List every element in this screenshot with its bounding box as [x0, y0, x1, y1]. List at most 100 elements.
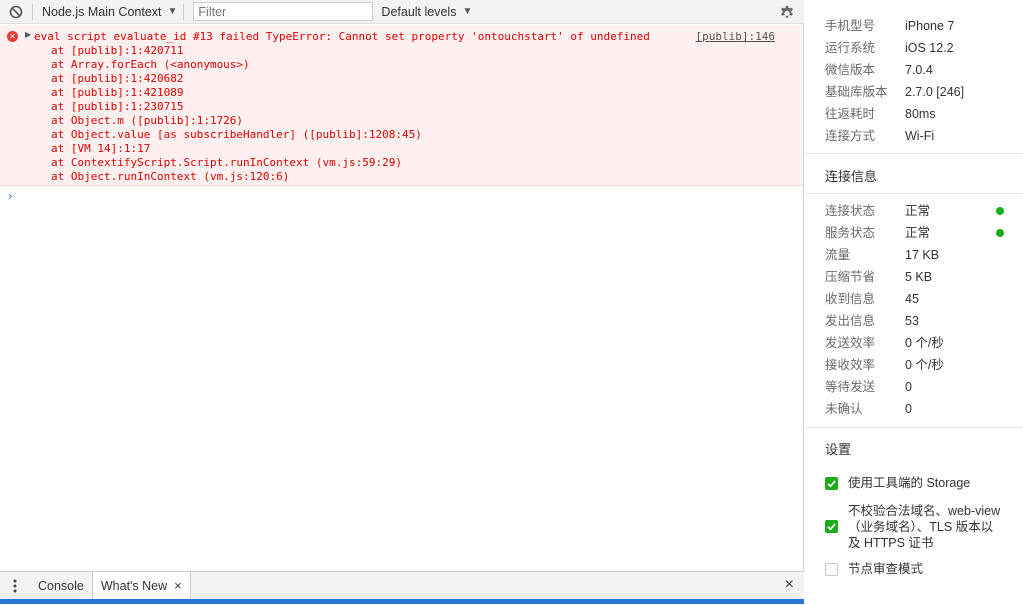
info-key: 基础库版本: [825, 85, 888, 99]
stack-frame: at ContextifyScript.Script.runInContext …: [51, 156, 402, 169]
info-key: 微信版本: [825, 63, 876, 77]
close-tab-icon[interactable]: ×: [174, 578, 182, 593]
close-drawer-icon[interactable]: ×: [785, 576, 794, 594]
error-icon: ✕: [7, 31, 18, 42]
checkbox-unchecked-icon[interactable]: [825, 563, 838, 576]
info-key: 收到信息: [825, 292, 876, 306]
info-value: 5 KB: [905, 270, 933, 284]
info-key: 手机型号: [825, 19, 876, 33]
info-value: 0 个/秒: [905, 358, 944, 372]
info-value: 7.0.4: [905, 63, 933, 77]
info-key: 服务状态: [825, 226, 876, 240]
vertical-dots-icon: [13, 579, 17, 592]
connection-info-section: 连接状态 正常 服务状态 正常 流量 17 KB 压缩节省 5 KB 收到信息 45 发出…: [805, 193, 1023, 420]
setting-option-storage[interactable]: 使用工具端的 Storage: [825, 475, 988, 491]
info-row: 手机型号 iPhone 7: [805, 15, 1023, 37]
info-value: 53: [905, 314, 919, 328]
status-dot-icon: [996, 207, 1004, 215]
info-row: 运行系统 iOS 12.2: [805, 37, 1023, 59]
connection-row: 接收效率 0 个/秒: [805, 354, 1023, 376]
info-key: 流量: [825, 248, 851, 262]
info-value: 17 KB: [905, 248, 940, 262]
connection-row: 发出信息 53: [805, 310, 1023, 332]
checkbox-checked-icon[interactable]: [825, 520, 838, 533]
info-value: 0: [905, 380, 912, 394]
setting-option-label: 不校验合法域名、web-view（业务域名）、TLS 版本以及 HTTPS 证书: [848, 504, 1001, 550]
info-value: Wi-Fi: [905, 129, 935, 143]
connection-row: 发送效率 0 个/秒: [805, 332, 1023, 354]
log-levels-label: Default levels: [381, 4, 457, 19]
stack-frame: at [publib]:1:230715: [51, 100, 184, 113]
stack-frame: at Object.m ([publib]:1:1726): [51, 114, 244, 127]
error-text: eval script evaluate_id #13 failed TypeE…: [34, 30, 650, 43]
tab-whats-new[interactable]: What's New ×: [91, 572, 191, 599]
info-key: 发送效率: [825, 336, 876, 350]
stack-frame: at Object.runInContext (vm.js:120:6): [51, 170, 290, 183]
connection-row: 流量 17 KB: [805, 244, 1023, 266]
info-key: 往返耗时: [825, 107, 876, 121]
context-selector[interactable]: Node.js Main Context ▼: [33, 0, 183, 24]
console-prompt[interactable]: ›: [8, 189, 13, 203]
info-value: 45: [905, 292, 919, 306]
info-key: 发出信息: [825, 314, 876, 328]
info-key: 压缩节省: [825, 270, 876, 284]
info-value: 正常: [905, 222, 1023, 244]
connection-row: 压缩节省 5 KB: [805, 266, 1023, 288]
gear-icon[interactable]: [778, 3, 796, 21]
info-panel: 手机型号 iPhone 7 运行系统 iOS 12.2 微信版本 7.0.4 基础库版…: [805, 0, 1023, 604]
clear-console-button[interactable]: [0, 0, 32, 24]
setting-option-node-inspect[interactable]: 节点审查模式: [825, 561, 988, 577]
error-source-link[interactable]: [publib]:146: [696, 30, 775, 43]
connection-row: 等待发送 0: [805, 376, 1023, 398]
dropdown-triangle-icon: ▼: [462, 6, 473, 17]
tab-console[interactable]: Console: [30, 572, 92, 599]
info-key: 接收效率: [825, 358, 876, 372]
status-bar: [0, 599, 804, 604]
info-key: 运行系统: [825, 41, 876, 55]
console-toolbar: Node.js Main Context ▼ Default levels ▼: [0, 0, 804, 24]
info-value: iOS 12.2: [905, 41, 954, 55]
info-row: 微信版本 7.0.4: [805, 59, 1023, 81]
toolbar-divider: [183, 3, 185, 20]
info-key: 连接状态: [825, 204, 876, 218]
stack-frame: at [VM 14]:1:17: [51, 142, 151, 155]
setting-option-label: 节点审查模式: [848, 562, 924, 576]
tab-console-label: Console: [38, 578, 84, 593]
stack-frame: at [publib]:1:420711: [51, 44, 184, 57]
info-value: 2.7.0 [246]: [905, 85, 965, 99]
settings-title: 设置: [825, 442, 852, 457]
info-row: 基础库版本 2.7.0 [246]: [805, 81, 1023, 103]
tab-whats-new-label: What's New: [100, 578, 168, 593]
log-levels-dropdown[interactable]: Default levels ▼: [381, 0, 472, 24]
info-value: 0: [905, 402, 912, 416]
drawer-menu-button[interactable]: [0, 572, 30, 599]
checkbox-checked-icon[interactable]: [825, 477, 838, 490]
info-key: 未确认: [825, 402, 863, 416]
info-value: iPhone 7: [905, 19, 955, 33]
connection-row: 未确认 0: [805, 398, 1023, 420]
info-key: 连接方式: [825, 129, 876, 143]
block-icon: [9, 5, 23, 18]
status-text: 正常: [905, 226, 931, 240]
info-row: 连接方式 Wi-Fi: [805, 125, 1023, 147]
stack-frame: at Object.value [as subscribeHandler] ([…: [51, 128, 422, 141]
info-value: 正常: [905, 200, 1023, 222]
stack-frame: at [publib]:1:421089: [51, 86, 184, 99]
setting-option-skip-domain-check[interactable]: 不校验合法域名、web-view（业务域名）、TLS 版本以及 HTTPS 证书: [825, 503, 1004, 551]
filter-input[interactable]: [193, 2, 374, 21]
info-value: 80ms: [905, 107, 936, 121]
console-pane: Node.js Main Context ▼ Default levels ▼ …: [0, 0, 804, 604]
settings-section: 设置 使用工具端的 Storage 不校验合法域名、web-view（业务域名）…: [805, 427, 1023, 605]
console-error-message[interactable]: ✕ ▶ eval script evaluate_id #13 failed T…: [0, 25, 803, 186]
status-dot-icon: [996, 229, 1004, 237]
context-label: Node.js Main Context: [42, 4, 162, 19]
stack-trace: at [publib]:1:420711 at Array.forEach (<…: [51, 44, 422, 184]
connection-title: 连接信息: [825, 169, 878, 184]
drawer-tabbar: Console What's New × ×: [0, 571, 804, 599]
info-value: 0 个/秒: [905, 336, 944, 350]
connection-title-section: 连接信息: [805, 153, 1023, 194]
expand-triangle-icon[interactable]: ▶: [25, 30, 31, 39]
status-text: 正常: [905, 204, 931, 218]
info-key: 等待发送: [825, 380, 876, 394]
device-info-section: 手机型号 iPhone 7 运行系统 iOS 12.2 微信版本 7.0.4 基础库版…: [805, 15, 1023, 147]
